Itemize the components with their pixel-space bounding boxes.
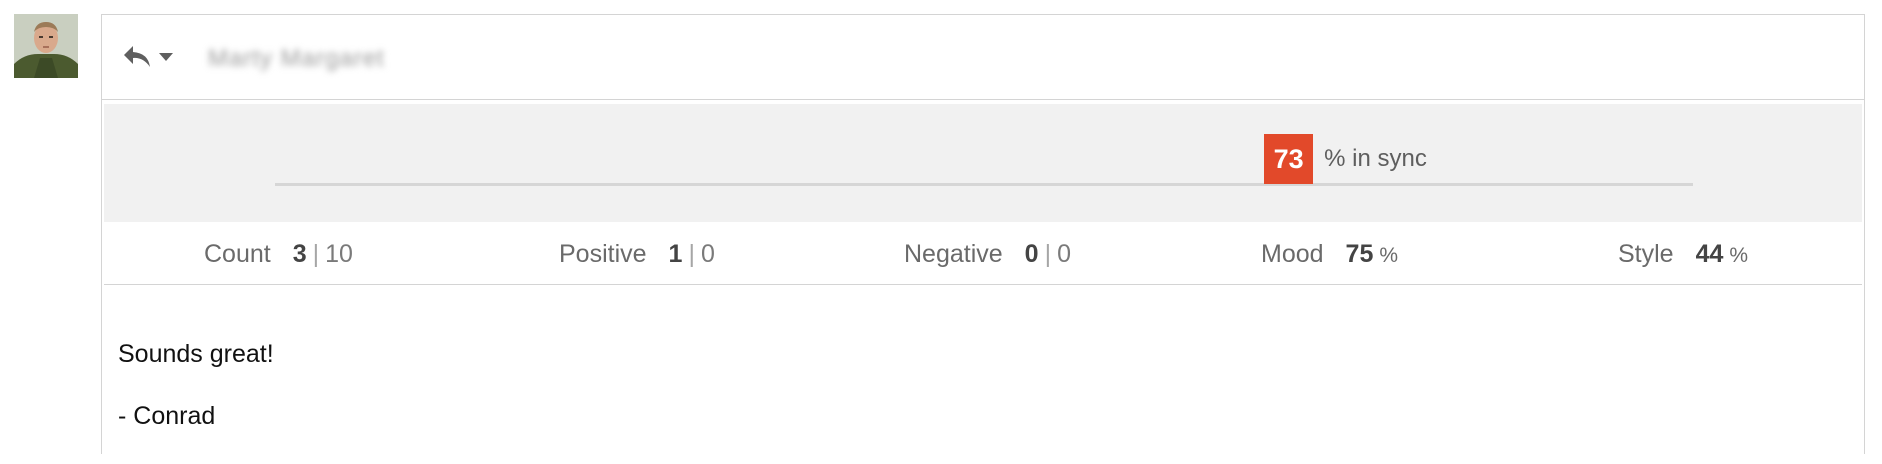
stat-mood-label: Mood (1261, 240, 1324, 268)
stat-positive-value: 1 (668, 240, 683, 268)
stat-positive-secondary: 0 (700, 240, 715, 268)
stat-style-value: 44 (1695, 240, 1724, 268)
message-header: Marty Margaret (102, 15, 1864, 100)
stat-count: Count 3 | 10 (204, 240, 353, 269)
user-photo-icon (14, 14, 78, 78)
stats-bar: Count 3 | 10 Positive 1 | 0 Negative 0 | 0 Mood 75… (104, 222, 1862, 285)
stat-mood: Mood 75% (1261, 240, 1398, 269)
message-body: Sounds great! - Conrad (118, 340, 274, 464)
stat-negative: Negative 0 | 0 (904, 240, 1071, 269)
sync-marker: 73 % in sync (1264, 134, 1427, 184)
sync-panel: 73 % in sync (104, 104, 1862, 222)
stat-count-separator: | (312, 240, 320, 268)
message-card: Marty Margaret 73 % in sync Count 3 | 10 Po… (101, 14, 1865, 454)
stat-negative-separator: | (1044, 240, 1052, 268)
stat-count-label: Count (204, 240, 271, 268)
stat-negative-secondary: 0 (1057, 240, 1071, 268)
sync-label: % in sync (1324, 145, 1427, 172)
stat-negative-label: Negative (904, 240, 1003, 268)
sync-percent-badge: 73 (1264, 134, 1314, 184)
stat-negative-value: 0 (1024, 240, 1039, 268)
reply-menu-button[interactable] (122, 43, 174, 71)
stat-positive: Positive 1 | 0 (559, 240, 715, 269)
stat-count-value: 3 (292, 240, 307, 268)
stat-mood-unit: % (1379, 244, 1399, 267)
sync-track (275, 183, 1693, 186)
stat-style-label: Style (1618, 240, 1674, 268)
caret-down-icon[interactable] (158, 52, 174, 62)
stat-mood-value: 75 (1345, 240, 1374, 268)
sender-name[interactable]: Marty Margaret (208, 45, 385, 73)
stat-style: Style 44% (1618, 240, 1748, 269)
stat-positive-label: Positive (559, 240, 647, 268)
message-signature: - Conrad (118, 402, 216, 430)
stat-positive-separator: | (688, 240, 695, 268)
message-line-1: Sounds great! (118, 340, 274, 368)
avatar[interactable] (14, 14, 78, 78)
stat-count-secondary: 10 (325, 240, 353, 268)
reply-icon[interactable] (122, 44, 152, 70)
stat-style-unit: % (1729, 244, 1749, 267)
